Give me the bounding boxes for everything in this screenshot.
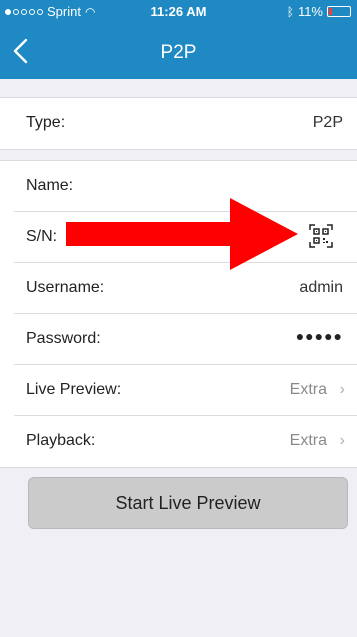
chevron-right-icon: › [339, 432, 345, 449]
battery-percent: 11% [297, 4, 323, 19]
qr-scan-icon[interactable] [309, 224, 333, 248]
live-preview-value: Extra [289, 381, 327, 398]
name-label: Name: [26, 177, 74, 194]
live-preview-label: Live Preview: [26, 381, 122, 398]
sn-label: S/N: [26, 228, 58, 245]
start-live-preview-button[interactable]: Start Live Preview [28, 477, 348, 529]
playback-label: Playback: [26, 432, 96, 449]
battery-icon [327, 6, 351, 17]
username-row[interactable]: Username: admin [14, 263, 357, 314]
playback-row[interactable]: Playback: Extra › [14, 416, 357, 467]
chevron-right-icon: › [339, 381, 345, 398]
type-section: Type: P2P [0, 97, 357, 150]
password-label: Password: [26, 330, 101, 347]
playback-value: Extra [289, 432, 327, 449]
live-preview-row[interactable]: Live Preview: Extra › [14, 365, 357, 416]
page-title: P2P [160, 42, 197, 63]
status-bar: Sprint ◠ 11:26 AM ᛒ 11% [0, 0, 357, 24]
password-row[interactable]: Password: ●●●●● [14, 314, 357, 365]
bluetooth-icon: ᛒ [286, 4, 294, 19]
type-value: P2P [312, 114, 343, 131]
username-label: Username: [26, 279, 105, 296]
nav-bar: Sprint ◠ 11:26 AM ᛒ 11% P2P [0, 0, 357, 79]
device-fields-section: Name: S/N: Username: admin Password: ●●●… [0, 160, 357, 468]
password-value[interactable]: ●●●●● [296, 328, 343, 344]
sn-row[interactable]: S/N: [14, 212, 357, 263]
name-row[interactable]: Name: [14, 161, 357, 212]
status-right: ᛒ 11% [287, 4, 351, 19]
type-row: Type: P2P [14, 98, 357, 149]
username-value[interactable]: admin [299, 279, 343, 297]
type-label: Type: [26, 114, 66, 131]
